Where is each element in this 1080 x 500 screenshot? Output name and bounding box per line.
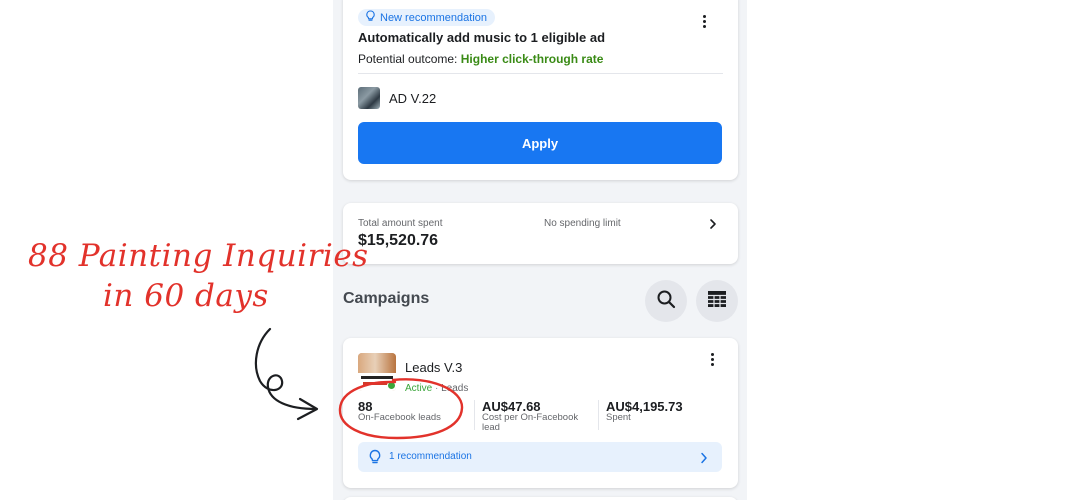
annotation-arrow [254,327,319,421]
chevron-right-icon [700,451,708,469]
annotation-line-2: in 60 days [103,278,269,314]
new-recommendation-badge: New recommendation [358,9,495,26]
metric-divider [474,400,475,430]
campaigns-heading: Campaigns [343,290,430,307]
total-spent-value: $15,520.76 [358,232,439,249]
lightbulb-icon [365,9,376,27]
annotation-line-1: 88 Painting Inquiries [28,238,369,274]
recommendation-title: Automatically add music to 1 eligible ad [358,30,606,45]
recommendation-count: 1 recommendation [389,451,472,462]
search-icon [656,289,676,314]
annotation-highlight-circle [338,378,464,440]
metric-label: Cost per On-Facebook lead [482,412,579,433]
more-options-icon[interactable] [695,12,713,30]
metric-label: Spent [606,412,631,423]
outcome-value: Higher click-through rate [460,52,604,66]
spend-summary-card[interactable]: Total amount spent $15,520.76 No spendin… [343,203,738,264]
ad-name: AD V.22 [389,91,437,106]
table-view-button[interactable] [696,280,738,322]
campaign-name: Leads V.3 [405,360,463,375]
table-icon [707,290,727,313]
badge-label: New recommendation [380,11,487,24]
total-spent-label: Total amount spent [358,218,443,229]
campaign-recommendation-bar[interactable]: 1 recommendation [358,442,722,472]
recommendation-card: New recommendation Automatically add mus… [343,0,738,180]
more-options-icon[interactable] [703,350,721,368]
apply-button[interactable]: Apply [358,122,722,164]
lightbulb-icon [368,449,382,470]
search-button[interactable] [645,280,687,322]
divider [358,73,723,74]
chevron-right-icon[interactable] [708,217,718,235]
spending-limit-text: No spending limit [544,218,621,229]
ad-thumbnail [358,87,380,109]
outcome-label: Potential outcome: [358,52,458,66]
potential-outcome: Potential outcome: Higher click-through … [358,52,603,66]
metric-divider [598,400,599,430]
